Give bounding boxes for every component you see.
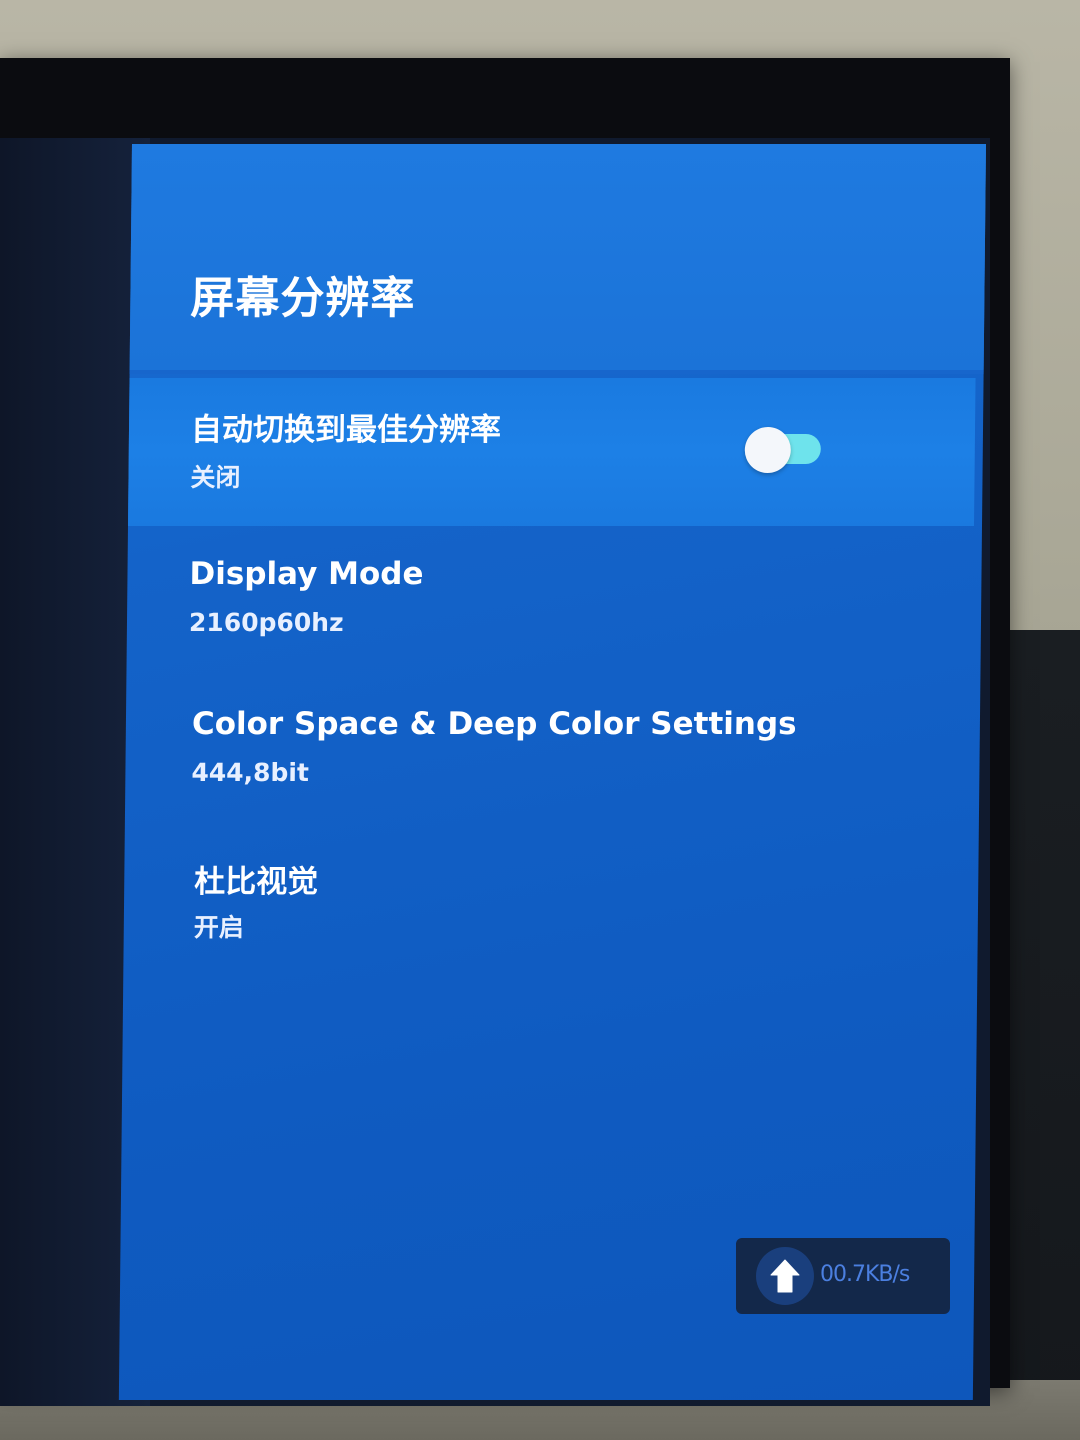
setting-title: 自动切换到最佳分辨率 — [190, 412, 502, 448]
setting-value: 444,8bit — [191, 758, 310, 787]
tv-bezel: 屏幕分辨率 自动切换到最佳分辨率 关闭 Display Mode 2160p60… — [0, 58, 1010, 1406]
panel-header: 屏幕分辨率 — [129, 144, 986, 374]
setting-row-auto-resolution[interactable]: 自动切换到最佳分辨率 关闭 — [127, 378, 976, 526]
network-speed-widget: 00.7KB/s — [736, 1238, 950, 1314]
setting-title: Display Mode — [189, 556, 424, 592]
setting-row-dolby-vision[interactable]: 杜比视觉 开启 — [123, 846, 970, 966]
settings-panel: 屏幕分辨率 自动切换到最佳分辨率 关闭 Display Mode 2160p60… — [118, 144, 986, 1400]
setting-value: 2160p60hz — [188, 608, 344, 637]
auto-resolution-toggle[interactable] — [744, 427, 821, 473]
arrow-up-icon — [756, 1247, 814, 1305]
setting-value: 关闭 — [190, 463, 241, 492]
setting-title: 杜比视觉 — [194, 864, 319, 900]
toggle-knob — [744, 427, 792, 473]
setting-row-color-space[interactable]: Color Space & Deep Color Settings 444,8b… — [125, 696, 972, 816]
tv-screen: 屏幕分辨率 自动切换到最佳分辨率 关闭 Display Mode 2160p60… — [0, 138, 990, 1406]
setting-title: Color Space & Deep Color Settings — [191, 706, 797, 742]
setting-row-display-mode[interactable]: Display Mode 2160p60hz — [127, 544, 974, 664]
network-speed-text: 00.7KB/s — [820, 1262, 910, 1287]
panel-title: 屏幕分辨率 — [190, 273, 416, 324]
setting-value: 开启 — [193, 913, 244, 942]
